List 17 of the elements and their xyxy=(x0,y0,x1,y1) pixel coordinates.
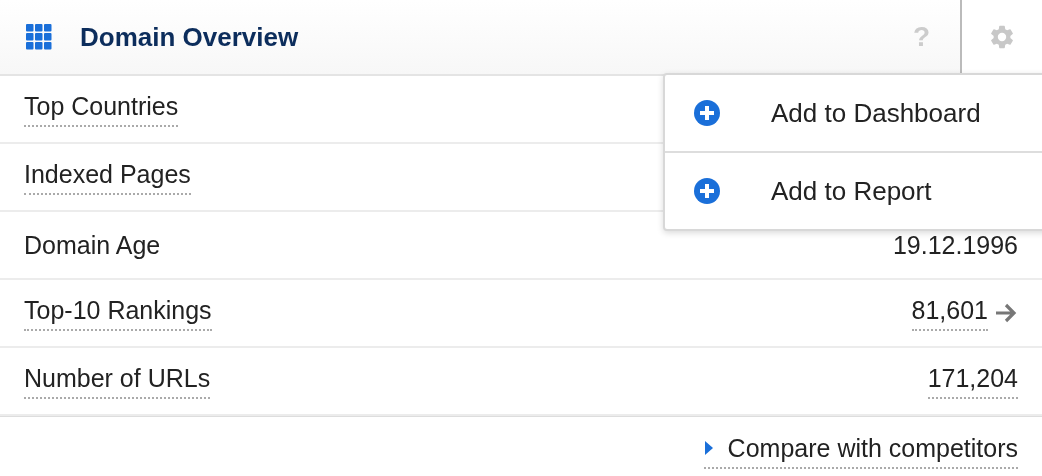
row-value[interactable]: 171,204 xyxy=(927,363,1018,399)
row-label: Domain Age xyxy=(24,230,161,260)
menu-item[interactable]: Add to Report xyxy=(665,151,1042,229)
panel-title: Domain Overview xyxy=(80,21,300,53)
menu-item[interactable]: Add to Dashboard xyxy=(665,75,1042,151)
compare-link[interactable]: Compare with competitors xyxy=(703,433,1018,469)
row-label[interactable]: Top Countries xyxy=(24,91,179,127)
arrow-right-icon[interactable] xyxy=(994,302,1018,324)
plus-circle-icon xyxy=(693,99,721,127)
grid-icon xyxy=(26,24,52,50)
row-label[interactable]: Indexed Pages xyxy=(24,159,191,195)
row-value: 19.12.1996 xyxy=(892,230,1018,260)
row-label[interactable]: Top-10 Rankings xyxy=(24,295,212,331)
row-value[interactable]: 81,601 xyxy=(911,295,988,331)
caret-icon xyxy=(703,440,714,456)
row-label[interactable]: Number of URLs xyxy=(24,363,211,399)
plus-circle-icon xyxy=(693,177,721,205)
